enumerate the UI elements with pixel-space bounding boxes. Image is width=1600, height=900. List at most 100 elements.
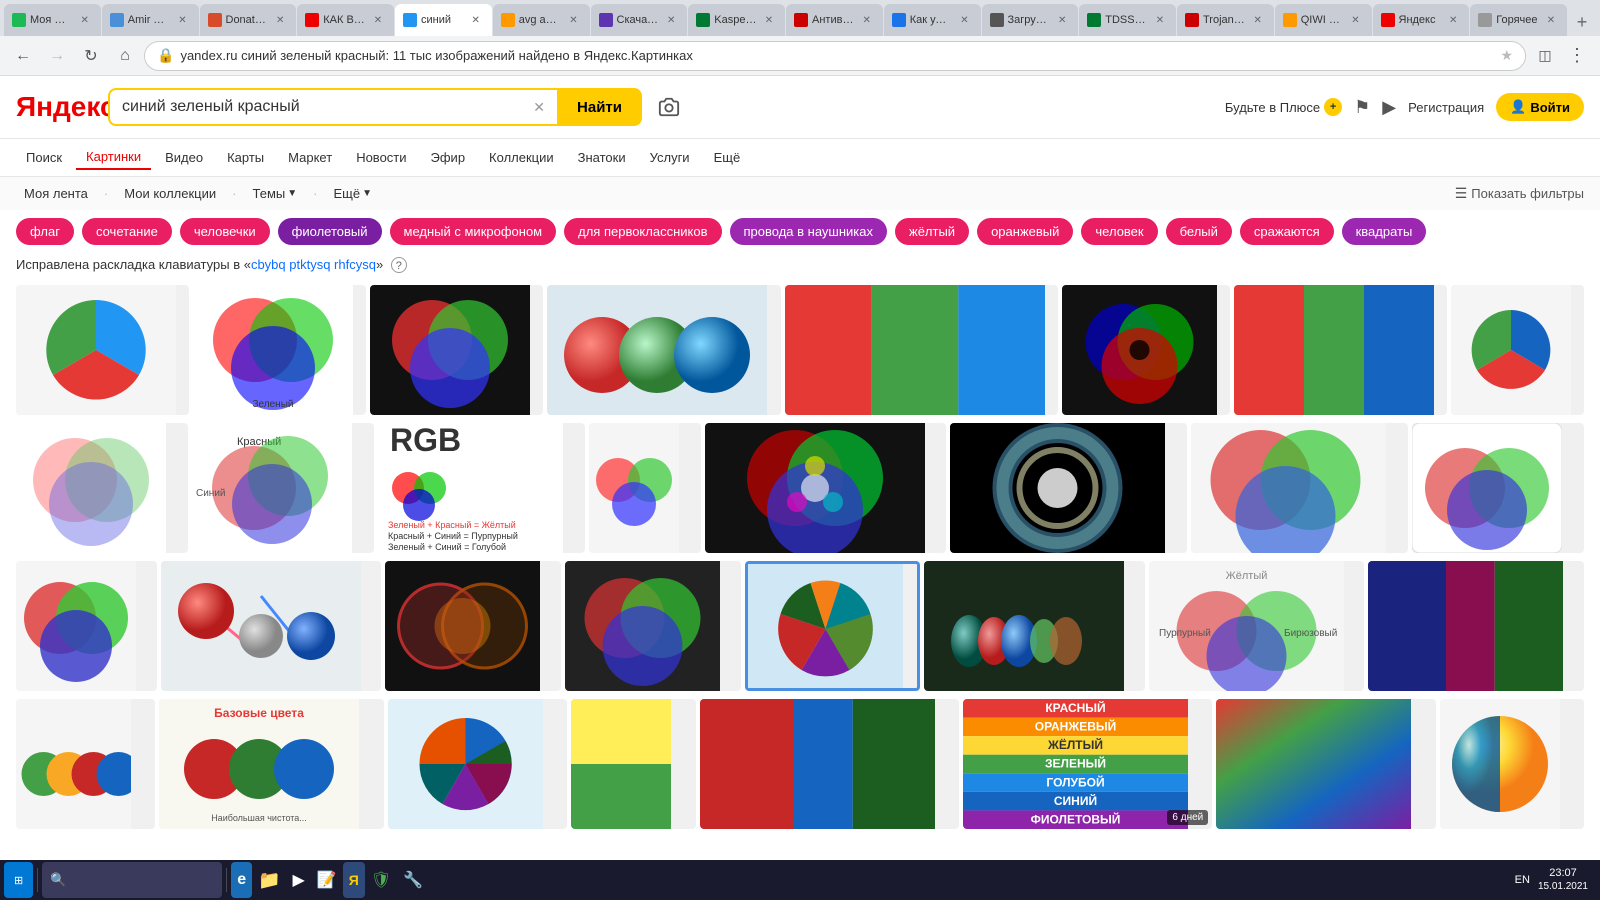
image-item[interactable] [16, 561, 157, 691]
tab-close-qiwi[interactable]: ✕ [1348, 12, 1364, 28]
tab-close-donation[interactable]: ✕ [272, 12, 288, 28]
yandex-logo[interactable]: Яндекс [16, 91, 96, 123]
filter-chip-9[interactable]: человек [1081, 218, 1157, 245]
tab-kabyl[interactable]: КАК Выб...✕ [297, 4, 394, 36]
nav-item-video[interactable]: Видео [155, 146, 213, 169]
image-item[interactable]: Красный Синий [192, 423, 374, 553]
correction-link[interactable]: cbybq ptktysq rhfcysq [251, 257, 376, 272]
image-item[interactable]: КРАСНЫЙ ОРАНЖЕВЫЙ ЖЁЛТЫЙ ЗЕЛЕНЫЙ ГОЛУБОЙ… [963, 699, 1212, 829]
tab-goryachee[interactable]: Горячее✕ [1470, 4, 1567, 36]
image-item[interactable] [705, 423, 947, 553]
tab-skachat[interactable]: Скачать...✕ [591, 4, 688, 36]
nav-item-maps[interactable]: Карты [217, 146, 274, 169]
tab-close-siniy[interactable]: ✕ [468, 12, 484, 28]
start-button[interactable]: ⊞ [4, 862, 33, 898]
extensions-button[interactable]: ◫ [1530, 41, 1560, 71]
image-item[interactable] [1234, 285, 1447, 415]
image-item[interactable] [385, 561, 561, 691]
tab-close-tdsskiller[interactable]: ✕ [1152, 12, 1168, 28]
taskbar-media[interactable]: ▶ [287, 862, 311, 898]
tab-kudal[interactable]: Как удал...✕ [884, 4, 981, 36]
filter-chip-1[interactable]: сочетание [82, 218, 172, 245]
address-bar[interactable]: 🔒 yandex.ru синий зеленый красный: 11 ты… [144, 41, 1526, 71]
filter-chip-6[interactable]: провода в наушниках [730, 218, 888, 245]
tab-close-zagruzka[interactable]: ✕ [1054, 12, 1070, 28]
filter-chip-11[interactable]: сражаются [1240, 218, 1334, 245]
image-item[interactable] [1368, 561, 1584, 691]
image-item[interactable] [1451, 285, 1584, 415]
filter-chip-8[interactable]: оранжевый [977, 218, 1073, 245]
nav-item-znamenit[interactable]: Знатоки [568, 146, 636, 169]
filter-chip-12[interactable]: квадраты [1342, 218, 1427, 245]
menu-button[interactable]: ⋮ [1562, 41, 1592, 71]
tab-tdsskiller[interactable]: TDSSKill...✕ [1079, 4, 1176, 36]
taskbar-note[interactable]: 📝 [311, 862, 343, 898]
nav-item-search[interactable]: Поиск [16, 146, 72, 169]
tab-close-avganti[interactable]: ✕ [566, 12, 582, 28]
image-item[interactable] [1440, 699, 1584, 829]
filter-chip-5[interactable]: для первоклассников [564, 218, 721, 245]
yandex-plus[interactable]: Будьте в Плюсе + [1225, 98, 1342, 116]
new-tab-button[interactable]: + [1568, 8, 1596, 36]
home-button[interactable]: ⌂ [110, 41, 140, 71]
image-item[interactable] [924, 561, 1145, 691]
tab-close-kaspersky[interactable]: ✕ [761, 12, 777, 28]
taskbar-shield2[interactable]: 🛡 [365, 862, 397, 898]
taskbar-search[interactable]: 🔍 [42, 862, 222, 898]
reload-button[interactable]: ↻ [76, 41, 106, 71]
nav-item-news[interactable]: Новости [346, 146, 416, 169]
tab-qiwi[interactable]: QIWI Кош...✕ [1275, 4, 1372, 36]
nav-item-market[interactable]: Маркет [278, 146, 342, 169]
nav-item-services[interactable]: Услуги [640, 146, 700, 169]
nav-item-efir[interactable]: Эфир [421, 146, 476, 169]
tab-trojanr[interactable]: Trojan R...✕ [1177, 4, 1274, 36]
filter-chip-10[interactable]: белый [1166, 218, 1232, 245]
image-item[interactable] [700, 699, 959, 829]
image-item[interactable] [950, 423, 1187, 553]
image-item[interactable] [547, 285, 780, 415]
filter-chip-4[interactable]: медный с микрофоном [390, 218, 557, 245]
image-item[interactable]: Жёлтый Пурпурный Бирюзовый [1149, 561, 1365, 691]
tab-close-yandex[interactable]: ✕ [1445, 12, 1461, 28]
tab-close-goryachee[interactable]: ✕ [1543, 12, 1559, 28]
subnav-mycollections[interactable]: Мои коллекции [116, 183, 224, 204]
correction-help-icon[interactable]: ? [391, 257, 407, 273]
nav-item-more[interactable]: Ещё [704, 146, 751, 169]
image-item[interactable] [565, 561, 741, 691]
tab-close-amiryar[interactable]: ✕ [175, 12, 191, 28]
register-button[interactable]: Регистрация [1408, 100, 1484, 115]
tab-amiryar[interactable]: Amir Yar...✕ [102, 4, 199, 36]
image-item[interactable] [1062, 285, 1230, 415]
image-item[interactable] [571, 699, 695, 829]
star-icon[interactable]: ★ [1500, 47, 1513, 64]
image-item[interactable] [785, 285, 1058, 415]
tab-zagruzka[interactable]: Загрузка...✕ [982, 4, 1079, 36]
tab-siniy[interactable]: синий✕ [395, 4, 492, 36]
image-item[interactable] [16, 423, 188, 553]
tab-antivirus[interactable]: Антивир...✕ [786, 4, 883, 36]
taskbar-ie[interactable]: e [231, 862, 252, 898]
tab-close-skachat[interactable]: ✕ [663, 12, 679, 28]
image-item[interactable] [1412, 423, 1584, 553]
image-item[interactable] [1191, 423, 1408, 553]
back-button[interactable]: ← [8, 41, 38, 71]
image-item[interactable] [388, 699, 567, 829]
filter-chip-7[interactable]: жёлтый [895, 218, 969, 245]
image-item[interactable]: RGB Зеленый + Красный = Жёлтый Красный +… [378, 423, 585, 553]
taskbar-yandex-browser[interactable]: Я [343, 862, 365, 898]
tab-yandex[interactable]: Яндекс✕ [1373, 4, 1470, 36]
image-item[interactable] [745, 561, 921, 691]
filter-chip-0[interactable]: флаг [16, 218, 74, 245]
subnav-mylenta[interactable]: Моя лента [16, 183, 96, 204]
image-item[interactable]: Базовые цвета Наибольшая чистота... [159, 699, 383, 829]
image-item[interactable] [370, 285, 543, 415]
tab-close-antivirus[interactable]: ✕ [859, 12, 875, 28]
forward-button[interactable]: → [42, 41, 72, 71]
tab-moamusic[interactable]: Моя му...✕ [4, 4, 101, 36]
subnav-themes[interactable]: Темы ▼ [245, 183, 306, 204]
nav-item-collections[interactable]: Коллекции [479, 146, 564, 169]
search-button[interactable]: Найти [557, 88, 642, 126]
show-filters-button[interactable]: ☰ Показать фильтры [1455, 185, 1584, 202]
filter-chip-3[interactable]: фиолетовый [278, 218, 382, 245]
tab-close-moamusic[interactable]: ✕ [77, 12, 93, 28]
